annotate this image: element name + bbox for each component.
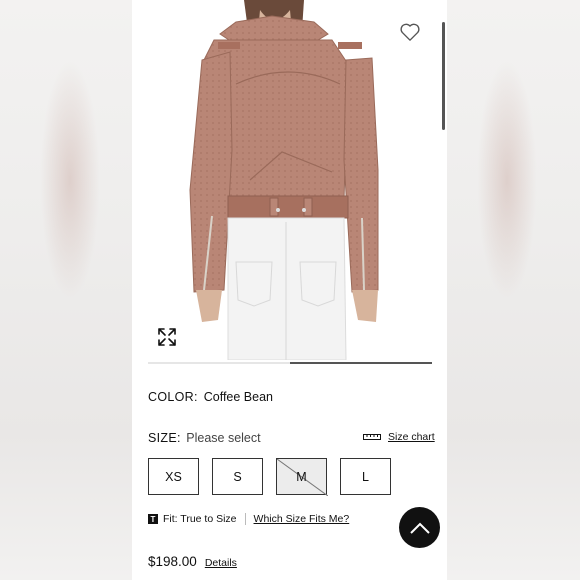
chevron-up-icon — [409, 522, 430, 534]
size-label: SIZE: — [148, 431, 181, 445]
scroll-to-top-button[interactable] — [399, 507, 440, 548]
price: $198.00 — [148, 554, 197, 569]
gallery-progress-fill — [290, 362, 432, 364]
size-option-label: L — [362, 469, 369, 484]
gallery-progress — [148, 362, 432, 364]
size-option-label: XS — [165, 469, 182, 484]
size-option-label: S — [233, 469, 242, 484]
product-image[interactable] — [132, 0, 447, 361]
fit-badge-icon: T — [148, 514, 158, 524]
color-value: Coffee Bean — [203, 390, 274, 404]
jacket-photo — [189, 0, 379, 361]
color-label: COLOR: — [148, 390, 198, 404]
fit-text: Fit: True to Size — [163, 513, 237, 525]
scrollbar[interactable] — [442, 22, 445, 130]
size-selector-label: SIZE: Please select — [148, 431, 261, 445]
details-link[interactable]: Details — [205, 557, 237, 569]
background-blur-tone — [40, 60, 100, 300]
fit-info: T Fit: True to Size Which Size Fits Me? — [148, 513, 349, 525]
size-option-xs[interactable]: XS — [148, 458, 199, 495]
divider — [244, 513, 246, 525]
size-options: XS S M L — [148, 458, 391, 496]
background-blur-right — [447, 0, 580, 580]
color-selector: COLOR: Coffee Bean — [148, 390, 273, 404]
expand-icon[interactable] — [156, 326, 178, 348]
price-row: $198.00 Details — [148, 554, 237, 569]
background-blur-tone — [477, 60, 537, 300]
size-placeholder: Please select — [186, 431, 261, 445]
size-option-m[interactable]: M — [276, 458, 328, 496]
size-option-s[interactable]: S — [212, 458, 263, 495]
background-blur-left — [0, 0, 132, 580]
size-chart-label[interactable]: Size chart — [388, 431, 435, 443]
size-chart-link[interactable]: Size chart — [363, 431, 435, 443]
ruler-icon — [363, 434, 381, 440]
heart-icon[interactable] — [399, 22, 421, 42]
product-page: COLOR: Coffee Bean SIZE: Please select Si… — [132, 0, 447, 580]
which-size-fits-link[interactable]: Which Size Fits Me? — [254, 513, 350, 525]
size-option-label: M — [296, 469, 307, 484]
size-option-l[interactable]: L — [340, 458, 391, 495]
